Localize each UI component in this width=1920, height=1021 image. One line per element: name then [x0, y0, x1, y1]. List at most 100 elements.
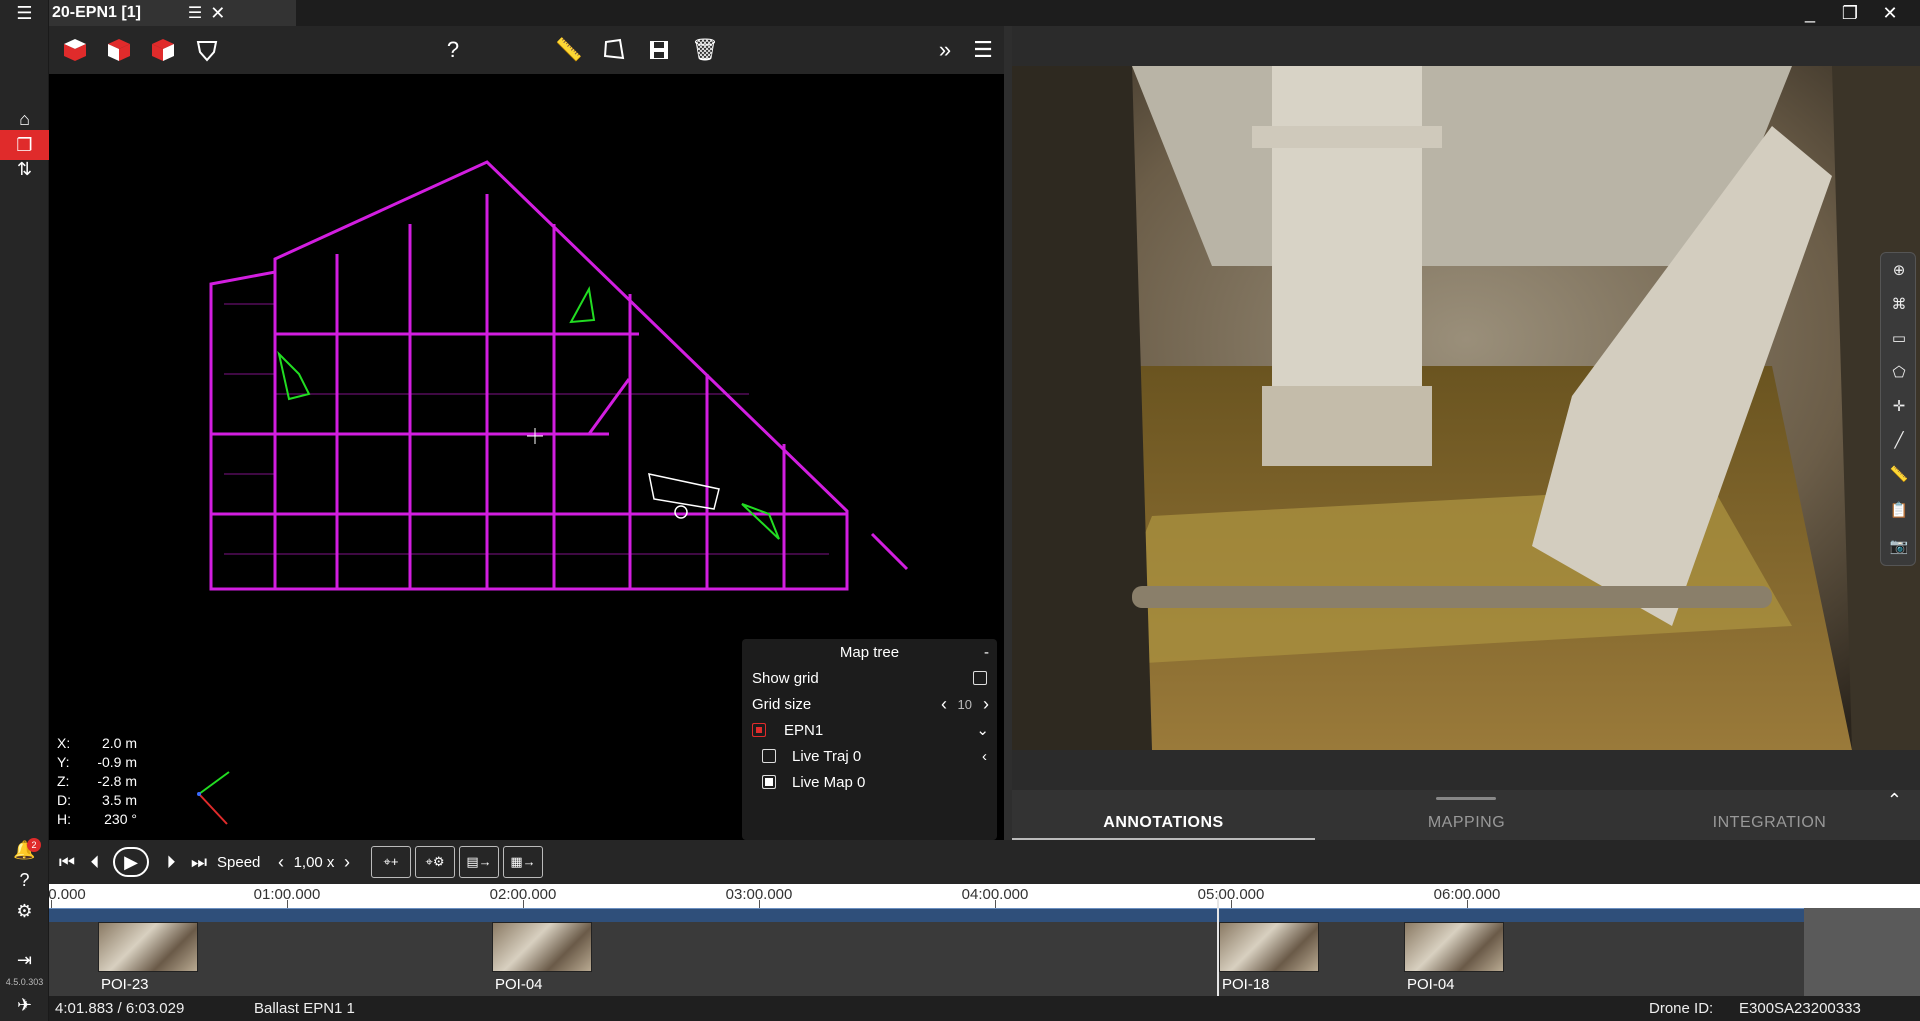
- minimize-icon[interactable]: _: [1790, 0, 1830, 26]
- live-traj-row: Live Traj 0 ‹: [742, 743, 997, 769]
- cube-view-2-icon[interactable]: [103, 34, 135, 66]
- poi-thumbnail: [1219, 922, 1319, 972]
- drone-view-icon[interactable]: ⌘: [1881, 287, 1917, 321]
- grid-size-label: Grid size: [752, 695, 812, 713]
- live-traj-chevron-icon[interactable]: ‹: [982, 748, 987, 765]
- live-map-checkbox[interactable]: [762, 775, 776, 789]
- map-tree-panel: Map tree - Show grid Grid size ‹ 10 › EP…: [742, 639, 997, 840]
- play-icon: ▶: [113, 847, 149, 877]
- ruler-tick-label: 03:00.000: [725, 886, 793, 903]
- cube-view-1-icon[interactable]: [59, 34, 91, 66]
- flyability-logo-icon: ✈: [16, 994, 33, 1015]
- step-back-icon[interactable]: ⏴: [83, 846, 107, 878]
- polygon-annotate-icon[interactable]: ⬠: [1881, 355, 1917, 389]
- poi-settings-icon[interactable]: ⌖⚙: [415, 846, 455, 878]
- show-grid-checkbox[interactable]: [973, 671, 987, 685]
- live-map-row: Live Map 0: [742, 769, 997, 795]
- document-tab-title: 20-EPN1 [1]: [52, 4, 141, 21]
- playback-time: 4:01.883 / 6:03.029: [55, 1000, 185, 1017]
- tab-annotations[interactable]: ANNOTATIONS: [1012, 814, 1315, 840]
- poi-item[interactable]: POI-04: [1404, 922, 1504, 996]
- add-poi-icon[interactable]: ⌖+: [371, 846, 411, 878]
- skip-to-start-icon[interactable]: ⏮: [55, 846, 79, 878]
- clipboard-icon[interactable]: 📋: [1881, 493, 1917, 527]
- export-grid-icon[interactable]: ▦→: [503, 846, 543, 878]
- zoom-in-icon[interactable]: ⊕: [1881, 253, 1917, 287]
- layer-epn1-checkbox[interactable]: [752, 723, 766, 737]
- ruler-tick-label: 06:00.000: [1433, 886, 1501, 903]
- poi-label: POI-23: [101, 976, 149, 993]
- skip-to-end-icon[interactable]: ⏭: [187, 846, 211, 878]
- notifications-button[interactable]: 🔔 2: [0, 835, 49, 865]
- drone-id-label: Drone ID:: [1649, 1000, 1714, 1017]
- poi-thumbnail: [492, 922, 592, 972]
- poi-item[interactable]: POI-23: [98, 922, 198, 996]
- version-label: 4.5.0.303: [5, 977, 44, 987]
- notification-count-badge: 2: [27, 838, 41, 852]
- tank-interior-image: [1012, 66, 1920, 750]
- help-button[interactable]: ?: [437, 34, 469, 66]
- perspective-icon[interactable]: [191, 34, 223, 66]
- polygon-tool-icon[interactable]: [598, 34, 630, 66]
- pointcloud-3d-view[interactable]: X: 2.0 m Y: -0.9 m Z: -2.8 m D: 3.5 m H: 230 …: [49, 74, 1004, 840]
- title-bar: 20-EPN1 [1] ☰ ✕ _ ❐ ✕: [49, 0, 1920, 26]
- timeline-ruler[interactable]: 0.000 01:00.000 02:00.000 03:00.000 04:00.00…: [48, 884, 1920, 908]
- measure-ruler-icon[interactable]: 📏: [553, 34, 585, 66]
- ruler-tick-label: 05:00.000: [1197, 886, 1265, 903]
- camera-snapshot-icon[interactable]: 📷: [1881, 529, 1917, 563]
- view-splitter-handle[interactable]: [1004, 26, 1012, 841]
- cube-view-3-icon[interactable]: [147, 34, 179, 66]
- live-traj-checkbox[interactable]: [762, 749, 776, 763]
- close-tab-icon[interactable]: ✕: [210, 3, 225, 24]
- point-marker-icon[interactable]: ✛: [1881, 389, 1917, 423]
- playback-controls: ⏮ ⏴ ▶ ⏵ ⏭ Speed ‹ 1,00 x › ⌖+ ⌖⚙ ▤→ ▦→: [49, 840, 1920, 884]
- camera-image[interactable]: [1012, 66, 1920, 750]
- grid-size-increase-icon[interactable]: ›: [983, 694, 989, 715]
- expand-panel-icon[interactable]: »: [929, 34, 961, 66]
- play-button[interactable]: ▶: [111, 846, 151, 878]
- speed-increase-icon[interactable]: ›: [339, 846, 355, 878]
- tab-mapping[interactable]: MAPPING: [1315, 814, 1618, 840]
- layer-epn1-label: EPN1: [784, 721, 824, 739]
- timeline-playhead[interactable]: [1217, 894, 1219, 996]
- list-icon[interactable]: ☰: [188, 3, 202, 23]
- document-tab[interactable]: 20-EPN1 [1] ☰ ✕: [49, 0, 296, 26]
- speed-label: Speed: [217, 853, 261, 871]
- delete-trash-icon[interactable]: 🗑: [689, 34, 721, 66]
- hamburger-menu-icon[interactable]: ☰: [0, 0, 49, 26]
- timeline[interactable]: 0.000 01:00.000 02:00.000 03:00.000 04:00.00…: [48, 884, 1920, 996]
- logout-icon[interactable]: ⇥: [0, 945, 49, 975]
- save-icon[interactable]: [643, 34, 675, 66]
- image-panel-footer: [1012, 750, 1920, 790]
- poi-item[interactable]: POI-18: [1219, 922, 1319, 996]
- help-icon[interactable]: ?: [0, 865, 49, 895]
- grid-size-row: Grid size ‹ 10 ›: [742, 691, 997, 717]
- close-window-icon[interactable]: ✕: [1870, 0, 1910, 26]
- ruler-icon[interactable]: 📏: [1881, 457, 1917, 491]
- ruler-tick-label: 02:00.000: [489, 886, 557, 903]
- coord-y: Y: -0.9 m: [57, 754, 137, 770]
- video-frame-icon[interactable]: ▭: [1881, 321, 1917, 355]
- timeline-track-bar[interactable]: [49, 908, 1804, 922]
- map-tree-title: Map tree: [839, 643, 900, 661]
- view3d-toolbar: ? 📏 🗑 » ☰: [49, 26, 1004, 74]
- settings-gear-icon[interactable]: ⚙: [0, 896, 49, 926]
- tabs-collapse-chevron-icon[interactable]: ⌃: [1887, 790, 1902, 811]
- grid-size-decrease-icon[interactable]: ‹: [941, 694, 947, 715]
- ruler-tick-label: 0.000: [48, 886, 86, 903]
- transfer-icon[interactable]: ⇅: [0, 154, 49, 184]
- tabs-drag-handle[interactable]: [1436, 797, 1496, 800]
- export-report-icon[interactable]: ▤→: [459, 846, 499, 878]
- timeline-end-region: [1804, 908, 1920, 996]
- settings-sliders-icon[interactable]: ☰: [967, 34, 999, 66]
- bottom-tabs-bar: ⌃ ANNOTATIONS MAPPING INTEGRATION: [1012, 790, 1920, 840]
- line-tool-icon[interactable]: ╱: [1881, 423, 1917, 457]
- restore-icon[interactable]: ❐: [1830, 0, 1870, 26]
- layer-expand-chevron-icon[interactable]: ⌄: [976, 721, 989, 739]
- tab-integration[interactable]: INTEGRATION: [1618, 814, 1920, 840]
- map-tree-collapse-button[interactable]: -: [984, 644, 989, 661]
- speed-decrease-icon[interactable]: ‹: [273, 846, 289, 878]
- step-forward-icon[interactable]: ⏵: [159, 846, 183, 878]
- ruler-tick-label: 04:00.000: [961, 886, 1029, 903]
- poi-item[interactable]: POI-04: [492, 922, 592, 996]
